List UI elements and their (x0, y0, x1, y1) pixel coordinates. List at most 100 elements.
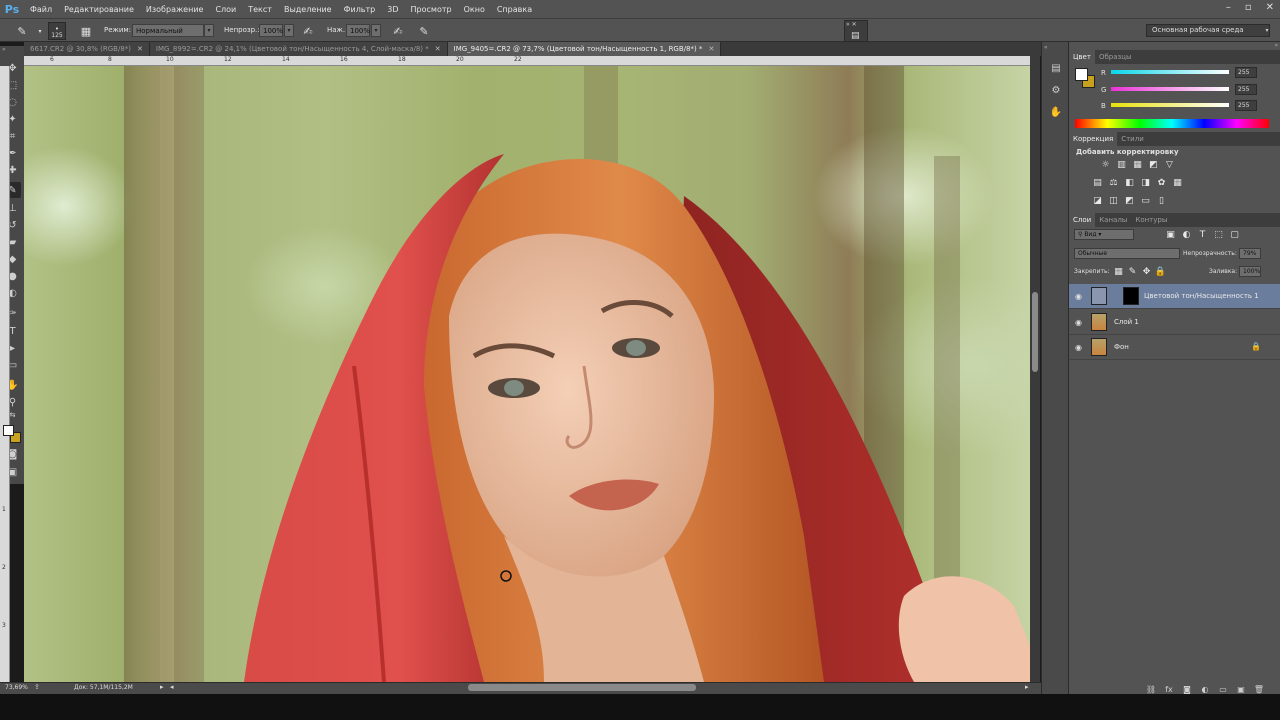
new-layer-icon[interactable]: ▣ (1235, 683, 1247, 695)
channel-mixer-icon[interactable]: ✿ (1156, 177, 1167, 188)
link-layers-icon[interactable]: ⛓ (1145, 683, 1157, 695)
levels-icon[interactable]: ▥ (1116, 159, 1127, 170)
layer-row-layer-1[interactable]: ◉ Слой 1 (1069, 310, 1280, 335)
collapse-panels-icon[interactable]: « (1044, 44, 1048, 51)
channel-g-value[interactable]: 255 (1235, 84, 1257, 95)
filter-smart-icon[interactable]: ▢ (1229, 229, 1240, 240)
menu-help[interactable]: Справка (491, 5, 538, 14)
color-spectrum-bar[interactable] (1075, 119, 1269, 128)
properties-panel-icon[interactable]: ⚙ (1048, 82, 1064, 98)
exposure-icon[interactable]: ◩ (1148, 159, 1159, 170)
image-canvas[interactable] (24, 66, 1030, 682)
vibrance-icon[interactable]: ▽ (1164, 159, 1175, 170)
opacity-dropdown-icon[interactable]: ▾ (284, 24, 294, 37)
panel-toggle-icon[interactable]: ▤ (851, 31, 860, 41)
new-adjustment-icon[interactable]: ◐ (1199, 683, 1211, 695)
channel-g-slider[interactable] (1111, 87, 1229, 91)
tab-styles[interactable]: Стили (1117, 132, 1148, 146)
workspace-select[interactable]: Основная рабочая среда (1146, 24, 1270, 37)
history-panel-icon[interactable]: ▤ (1048, 60, 1064, 76)
menu-layers[interactable]: Слои (209, 5, 242, 14)
menu-3d[interactable]: 3D (381, 5, 404, 14)
eye-icon[interactable]: ◉ (1075, 343, 1082, 352)
gradient-map-icon[interactable]: ▭ (1140, 195, 1151, 206)
photo-filter-icon[interactable]: ◨ (1140, 177, 1151, 188)
invert-icon[interactable]: ◪ (1092, 195, 1103, 206)
filter-pixel-icon[interactable]: ▣ (1165, 229, 1176, 240)
menu-select[interactable]: Выделение (278, 5, 338, 14)
panel-options-icon[interactable]: » (1274, 42, 1278, 49)
menu-view[interactable]: Просмотр (405, 5, 458, 14)
filter-type-icon[interactable]: T (1197, 229, 1208, 240)
layer-fill-field[interactable]: 100% (1239, 266, 1261, 277)
tab-document-1[interactable]: 6617.CR2 @ 30,8% (RGB/8*) ✕ (24, 42, 150, 56)
pressure-size-icon[interactable]: ✎ (416, 23, 432, 39)
zoom-level[interactable]: 73,69% (5, 684, 28, 691)
filter-adjustment-icon[interactable]: ◐ (1181, 229, 1192, 240)
brightness-icon[interactable]: ☼ (1100, 159, 1111, 170)
menu-image[interactable]: Изображение (140, 5, 210, 14)
layer-filter-select[interactable]: ⚲ Вид ▾ (1074, 229, 1134, 240)
tab-layers[interactable]: Слои (1069, 213, 1096, 227)
filter-shape-icon[interactable]: ⬚ (1213, 229, 1224, 240)
foreground-color-swatch[interactable] (3, 425, 14, 436)
tab-document-2[interactable]: IMG_8992=.CR2 @ 24,1% (Цветовой тон/Насы… (149, 42, 448, 56)
channel-r-slider[interactable] (1111, 70, 1229, 74)
lock-transparency-icon[interactable]: ▦ (1113, 266, 1124, 277)
menu-file[interactable]: Файл (24, 5, 58, 14)
blend-mode-select[interactable]: Обычные (1074, 248, 1180, 259)
maximize-icon[interactable]: ▫ (1245, 2, 1252, 13)
layer-mask-thumbnail[interactable] (1123, 287, 1139, 305)
curves-icon[interactable]: ▦ (1132, 159, 1143, 170)
add-mask-icon[interactable]: ◙ (1181, 683, 1193, 695)
status-menu-arrow-icon[interactable]: ▸ (160, 683, 164, 691)
eye-icon[interactable]: ◉ (1075, 318, 1082, 327)
threshold-icon[interactable]: ◩ (1124, 195, 1135, 206)
tab-document-3[interactable]: IMG_9405=.CR2 @ 73,7% (Цветовой тон/Насы… (447, 42, 722, 56)
export-icon[interactable]: ⇪ (34, 683, 40, 691)
vertical-scroll-thumb[interactable] (1032, 292, 1038, 372)
flow-dropdown-icon[interactable]: ▾ (371, 24, 381, 37)
channel-r-value[interactable]: 255 (1235, 67, 1257, 78)
actions-panel-icon[interactable]: ✋ (1048, 104, 1064, 120)
fg-color-swatch[interactable] (1075, 68, 1088, 81)
close-icon[interactable]: ✕ (708, 45, 714, 53)
collapse-toolbar-icon[interactable]: » (2, 46, 6, 53)
menu-edit[interactable]: Редактирование (58, 5, 140, 14)
posterize-icon[interactable]: ◫ (1108, 195, 1119, 206)
layer-opacity-field[interactable]: 79% (1239, 248, 1261, 259)
lock-position-icon[interactable]: ✥ (1141, 266, 1152, 277)
airbrush-icon[interactable]: ✍ (390, 23, 406, 39)
tab-swatches[interactable]: Образцы (1095, 50, 1136, 64)
tab-color[interactable]: Цвет (1069, 50, 1095, 64)
close-icon[interactable]: ✕ (1266, 2, 1274, 13)
layer-row-hue-saturation[interactable]: ◉ Цветовой тон/Насыщенность 1 (1069, 284, 1280, 309)
scroll-left-icon[interactable]: ◂ (170, 683, 174, 691)
color-balance-icon[interactable]: ⚖ (1108, 177, 1119, 188)
lock-all-icon[interactable]: 🔒 (1155, 266, 1166, 277)
color-lookup-icon[interactable]: ▦ (1172, 177, 1183, 188)
close-icon[interactable]: ✕ (435, 45, 441, 53)
pressure-opacity-icon[interactable]: ✍ (300, 23, 316, 39)
hue-saturation-icon[interactable]: ▤ (1092, 177, 1103, 188)
minimize-icon[interactable]: – (1226, 2, 1231, 13)
layer-style-icon[interactable]: fx (1163, 683, 1175, 695)
new-group-icon[interactable]: ▭ (1217, 683, 1229, 695)
opacity-field[interactable]: 100% (259, 24, 283, 37)
lock-pixels-icon[interactable]: ✎ (1127, 266, 1138, 277)
scroll-right-icon[interactable]: ▸ (1025, 683, 1029, 691)
eye-icon[interactable]: ◉ (1075, 292, 1082, 301)
menu-type[interactable]: Текст (242, 5, 278, 14)
channel-b-slider[interactable] (1111, 103, 1229, 107)
dropdown-arrow-icon[interactable]: ▾ (32, 23, 48, 39)
tab-adjustments[interactable]: Коррекция (1069, 132, 1118, 146)
delete-layer-icon[interactable]: 🗑 (1253, 683, 1265, 695)
workspace-dropdown-icon[interactable]: ▾ (1262, 24, 1272, 37)
horizontal-scroll-thumb[interactable] (468, 684, 696, 691)
menu-filter[interactable]: Фильтр (338, 5, 382, 14)
brush-tool-icon[interactable]: ✎ (14, 23, 30, 39)
channel-b-value[interactable]: 255 (1235, 100, 1257, 111)
mode-select[interactable]: Нормальный (132, 24, 204, 37)
close-icon[interactable]: ✕ (137, 45, 143, 53)
mode-dropdown-icon[interactable]: ▾ (204, 24, 214, 37)
